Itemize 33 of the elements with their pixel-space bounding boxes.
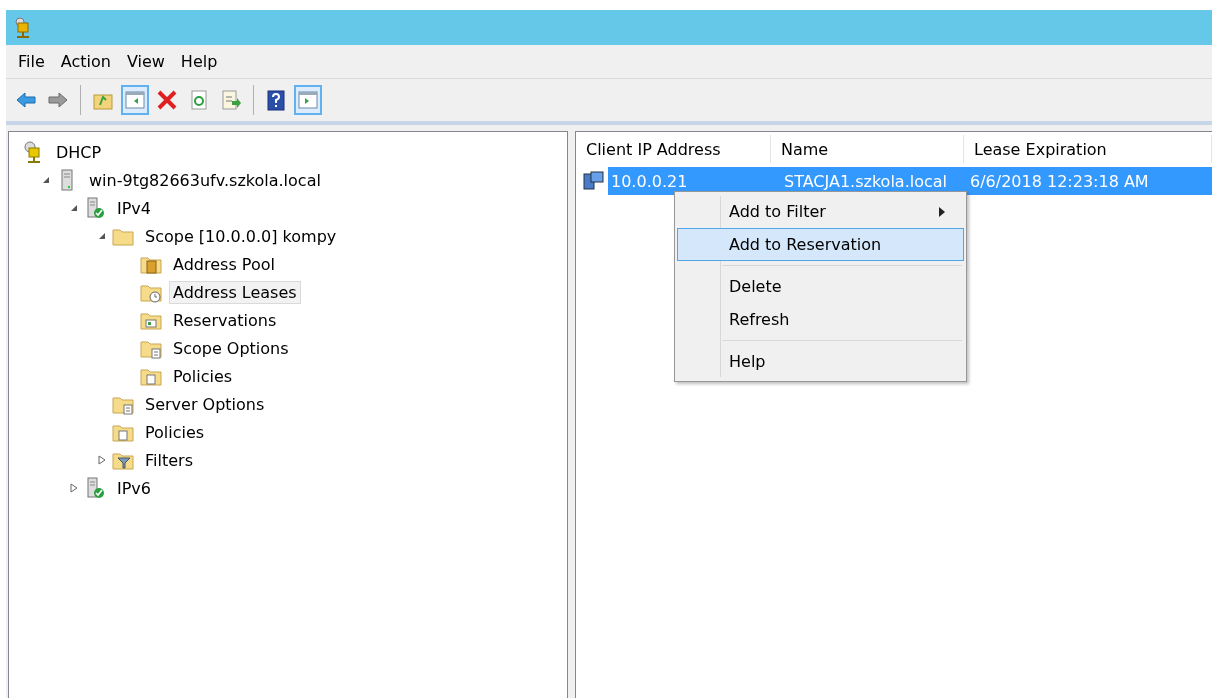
server-check-icon [84, 477, 106, 499]
menu-item[interactable]: Help [174, 50, 224, 73]
column-header[interactable]: Client IP Address [576, 135, 771, 163]
menu-item[interactable]: File [12, 50, 51, 73]
tree-item[interactable]: Policies [141, 420, 209, 444]
tree-item[interactable]: Address Pool [169, 252, 279, 276]
tree-item[interactable]: win-9tg82663ufv.szkola.local [85, 168, 325, 192]
tree-item[interactable]: Scope Options [169, 336, 293, 360]
menu-item[interactable]: Add to Filter [677, 195, 964, 228]
table-cell-text: STACJA1.szkola.local [783, 171, 948, 191]
server-check-icon [84, 197, 106, 219]
submenu-arrow-icon [939, 206, 945, 217]
tree-item[interactable]: Policies [169, 364, 237, 388]
tree-item[interactable]: IPv4 [113, 196, 155, 220]
tree-item[interactable]: IPv6 [113, 476, 155, 500]
tree-item[interactable]: Reservations [169, 308, 281, 332]
column-header[interactable]: Name [771, 135, 964, 163]
tree-item[interactable]: Address Leases [169, 280, 301, 304]
tree-item[interactable]: DHCP [52, 140, 106, 164]
menu-item[interactable]: Delete [677, 270, 964, 303]
trophy-icon [14, 16, 32, 39]
table-cell-text: 6/6/2018 12:23:18 AM [969, 171, 1149, 191]
menu-item[interactable]: Action [54, 50, 117, 73]
tree-item[interactable]: Server Options [141, 392, 269, 416]
table-cell-text: 10.0.0.21 [610, 171, 689, 191]
tree-item[interactable]: Filters [141, 448, 197, 472]
menu-item[interactable]: Add to Reservation [677, 228, 964, 261]
menu-item[interactable]: Refresh [677, 303, 964, 336]
computer-icon [582, 169, 606, 193]
tree-item[interactable]: Scope [10.0.0.0] kompy [141, 224, 341, 248]
menu-item[interactable]: Help [677, 345, 964, 378]
menu-item[interactable]: View [120, 50, 171, 73]
column-header[interactable]: Lease Expiration [964, 135, 1212, 163]
